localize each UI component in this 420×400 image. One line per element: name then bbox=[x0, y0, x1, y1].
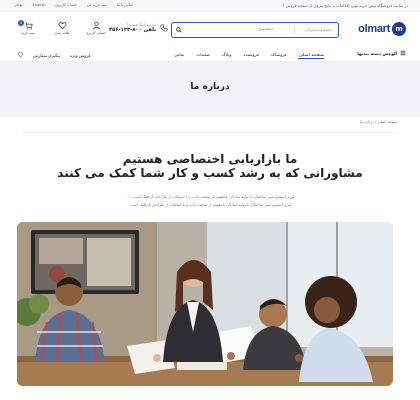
cart-label: سبد خرید bbox=[21, 31, 35, 35]
contact-link[interactable]: تماس با ما bbox=[117, 3, 133, 7]
my-cart-link[interactable]: سبد خرید من bbox=[87, 3, 107, 7]
heart-icon bbox=[58, 22, 66, 30]
about-heading-line2: مشاورانی که به رشد کسب و کار شما کمک می … bbox=[57, 166, 363, 180]
promo-text: در سایت فروشگاه پیش خرید نوین اقدامات و … bbox=[282, 3, 408, 8]
order-tracking-link[interactable]: پیگیری سفارش bbox=[33, 53, 60, 58]
search-category-select[interactable]: دسته‌بندی bbox=[258, 26, 273, 31]
browse-categories-label: آلوچش دسته بندیها bbox=[357, 50, 397, 56]
logo-mark-icon: m bbox=[392, 22, 406, 36]
search-input[interactable]: جستجو محصولات bbox=[304, 27, 332, 32]
header-icons: 0 سبد خرید علاقه مندی حساب کاربری bbox=[14, 20, 110, 35]
nav-item-vendor[interactable]: فروشنده bbox=[243, 52, 259, 59]
nav-item-shop[interactable]: فروشگاه bbox=[271, 52, 287, 59]
special-sale-link[interactable]: فروش ویژه bbox=[70, 53, 90, 58]
breadcrumb[interactable]: صفحه اصلی / درباره ما bbox=[360, 119, 397, 124]
about-paragraph-1: لورم ایپسوم متن ساختگی با تولید سادگی نا… bbox=[125, 194, 295, 199]
site-logo[interactable]: olmart m bbox=[358, 22, 406, 36]
browse-categories-button[interactable]: آلوچش دسته بندیها bbox=[357, 50, 406, 56]
divider bbox=[23, 132, 399, 133]
search-icon[interactable] bbox=[172, 23, 186, 37]
nav-left-links: فروش ویژه پیگیری سفارش bbox=[18, 52, 90, 58]
about-paragraph-2: لورم ایپسوم متن ساختگی با تولید سادگی نا… bbox=[128, 202, 292, 207]
nav-item-home[interactable]: صفحه اصلی bbox=[298, 52, 324, 59]
search-separator bbox=[294, 26, 295, 34]
main-nav: آلوچش دسته بندیها صفحه اصلی فروشگاه فروش… bbox=[0, 48, 420, 62]
menu-icon bbox=[400, 50, 406, 56]
cart-icon bbox=[24, 22, 33, 30]
contact-info: نیازمند کمک هستید؟ تلفن ۸۰۰-۱۲۳-۴۵۶ bbox=[109, 23, 168, 33]
nav-menu: صفحه اصلی فروشگاه فروشنده وبلاگ صفحات تم… bbox=[174, 52, 324, 59]
account-link[interactable]: حساب کاربری bbox=[56, 3, 77, 7]
location-pin-icon bbox=[18, 52, 23, 58]
about-heading-line1: ما بازاریابی اختصاصی هستیم bbox=[122, 152, 298, 166]
account-label: حساب کاربری bbox=[85, 31, 107, 35]
team-photo bbox=[17, 222, 393, 386]
currency-link[interactable]: تومان bbox=[14, 3, 23, 7]
contact-phone[interactable]: تلفن ۸۰۰-۱۲۳-۴۵۶ bbox=[109, 27, 156, 33]
cart-count-badge: 0 bbox=[18, 20, 24, 26]
nav-item-contact[interactable]: تماس bbox=[174, 52, 184, 59]
user-icon bbox=[92, 21, 100, 30]
cart-button[interactable]: 0 سبد خرید bbox=[14, 20, 42, 35]
about-heading: ما بازاریابی اختصاصی هستیم مشاورانی که ب… bbox=[0, 152, 420, 180]
language-link[interactable]: English bbox=[33, 3, 46, 7]
logo-text: olmart bbox=[358, 23, 390, 35]
page-banner: درباره ما bbox=[0, 62, 420, 117]
page-title: درباره ما bbox=[190, 82, 230, 92]
search-bar: دسته‌بندی جستجو محصولات bbox=[171, 22, 339, 38]
main-header: olmart m دسته‌بندی جستجو محصولات نیازمند… bbox=[0, 12, 420, 48]
nav-item-blog[interactable]: وبلاگ bbox=[222, 52, 231, 59]
top-links: تومان English حساب کاربری سبد خرید من تم… bbox=[14, 3, 133, 7]
wishlist-label: علاقه مندی bbox=[54, 31, 70, 35]
top-bar: در سایت فروشگاه پیش خرید نوین اقدامات و … bbox=[0, 0, 420, 12]
wishlist-button[interactable]: علاقه مندی bbox=[48, 21, 76, 35]
nav-item-pages[interactable]: صفحات bbox=[196, 52, 210, 59]
account-button[interactable]: حساب کاربری bbox=[82, 21, 110, 35]
phone-icon bbox=[160, 24, 168, 32]
